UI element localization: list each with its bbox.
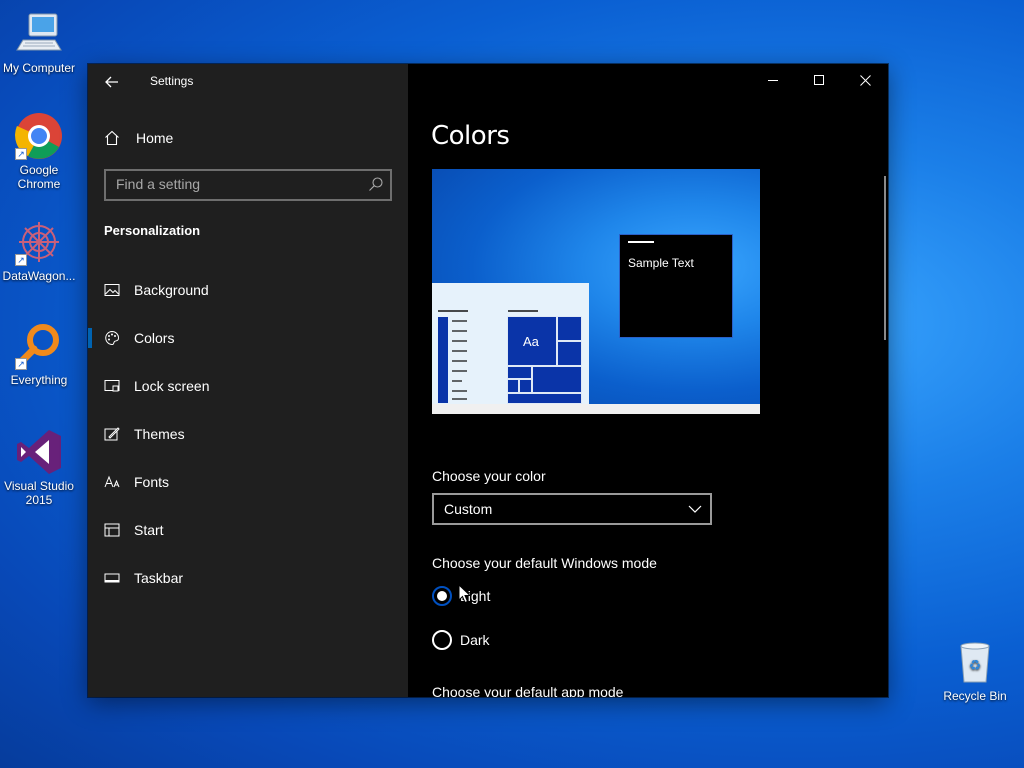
preview-sample-text: Sample Text [628, 256, 694, 270]
search-placeholder: Find a setting [116, 176, 201, 192]
color-preview: Aa Sample Text [432, 169, 760, 414]
section-heading: Personalization [104, 223, 201, 238]
sidebar-item-background[interactable]: Background [88, 266, 408, 314]
preview-tile [507, 379, 519, 393]
desktop-icon-google-chrome[interactable]: ↗ Google Chrome [1, 112, 77, 191]
dropdown-value: Custom [444, 501, 493, 517]
svg-text:♻: ♻ [969, 658, 982, 674]
sidebar-item-label: Colors [134, 330, 175, 346]
preview-start-menu: Aa [432, 283, 589, 404]
mouse-cursor-icon [458, 584, 472, 604]
desktop-icon-visual-studio[interactable]: Visual Studio 2015 [1, 428, 77, 507]
sidebar-item-start[interactable]: Start [88, 506, 408, 554]
desktop-icon-my-computer[interactable]: My Computer [1, 10, 77, 75]
sidebar-item-themes[interactable]: Themes [88, 410, 408, 458]
sidebar-item-label: Background [134, 282, 209, 298]
preview-tile-large: Aa [507, 316, 557, 366]
shortcut-arrow-icon: ↗ [15, 148, 27, 160]
close-icon [859, 74, 871, 86]
page-title: Colors [431, 121, 510, 151]
desktop-icon-everything[interactable]: ↗ Everything [1, 322, 77, 387]
preview-tile [519, 379, 532, 393]
themes-icon [104, 426, 120, 442]
window-controls [750, 64, 888, 96]
search-icon [369, 177, 383, 191]
preview-tile [507, 366, 532, 379]
sidebar-item-label: Lock screen [134, 378, 210, 394]
home-label: Home [136, 130, 174, 146]
preview-tile [557, 341, 582, 366]
radio-dark[interactable]: Dark [432, 630, 490, 650]
back-button[interactable] [100, 70, 124, 94]
picture-icon [104, 282, 120, 298]
desktop-icon-label: DataWagon... [2, 269, 76, 283]
shortcut-arrow-icon: ↗ [15, 358, 27, 370]
sidebar-item-fonts[interactable]: Fonts [88, 458, 408, 506]
sidebar-item-colors[interactable]: Colors [88, 314, 408, 362]
window-title: Settings [150, 74, 194, 88]
desktop-icon-label: My Computer [2, 61, 76, 75]
preview-tile-text: Aa [523, 334, 539, 349]
preview-dark-window: Sample Text [619, 234, 733, 338]
desktop-icon-label: Recycle Bin [943, 689, 1007, 703]
radio-label: Dark [460, 632, 490, 648]
preview-taskbar [432, 404, 760, 414]
settings-window: Settings Home Find a setting Personaliza… [88, 64, 888, 697]
desktop-icon-label: Everything [10, 373, 68, 387]
shortcut-arrow-icon: ↗ [15, 254, 27, 266]
lock-screen-icon [104, 378, 120, 394]
settings-content: Colors Aa Sample Text Choose your color … [408, 64, 888, 697]
back-arrow-icon [105, 76, 118, 88]
palette-icon [104, 330, 120, 346]
preview-tile [532, 366, 582, 393]
start-icon [104, 522, 120, 538]
preview-title-bar [628, 241, 654, 243]
nav-list: Background Colors Lock screen Themes Fon… [88, 266, 408, 602]
minimize-icon [768, 80, 778, 81]
choose-color-dropdown[interactable]: Custom [432, 493, 712, 525]
windows-mode-label: Choose your default Windows mode [432, 555, 657, 571]
chevron-down-icon [688, 505, 702, 513]
maximize-icon [814, 75, 824, 85]
sidebar-item-label: Fonts [134, 474, 170, 490]
radio-button[interactable] [432, 630, 452, 650]
sidebar-item-lock-screen[interactable]: Lock screen [88, 362, 408, 410]
sidebar-item-taskbar[interactable]: Taskbar [88, 554, 408, 602]
computer-icon [15, 10, 63, 58]
desktop-icon-datawagon[interactable]: ↗ DataWagon... [1, 218, 77, 283]
home-nav-item[interactable]: Home [104, 128, 173, 148]
fonts-icon [104, 474, 120, 490]
radio-button-checked[interactable] [432, 586, 452, 606]
recycle-bin-icon: ♻ [951, 638, 999, 686]
datawagon-icon: ↗ [15, 218, 63, 266]
search-input[interactable]: Find a setting [104, 169, 392, 201]
choose-color-label: Choose your color [432, 468, 546, 484]
sidebar-item-label: Start [134, 522, 164, 538]
preview-tile [557, 316, 582, 341]
everything-search-icon: ↗ [15, 322, 63, 370]
sidebar-item-label: Taskbar [134, 570, 184, 586]
desktop-icon-label: Google Chrome [17, 163, 61, 191]
preview-tile [507, 393, 582, 404]
desktop-icon-recycle-bin[interactable]: ♻ Recycle Bin [937, 638, 1013, 703]
minimize-button[interactable] [750, 64, 796, 96]
app-mode-label: Choose your default app mode [432, 684, 624, 697]
chrome-icon: ↗ [15, 112, 63, 160]
close-button[interactable] [842, 64, 888, 96]
visual-studio-icon [15, 428, 63, 476]
scrollbar-thumb[interactable] [884, 176, 886, 340]
desktop-icon-label: Visual Studio 2015 [4, 479, 74, 507]
maximize-button[interactable] [796, 64, 842, 96]
taskbar-icon [104, 570, 120, 586]
home-icon [105, 130, 119, 146]
sidebar-item-label: Themes [134, 426, 185, 442]
settings-sidebar: Settings Home Find a setting Personaliza… [88, 64, 408, 697]
